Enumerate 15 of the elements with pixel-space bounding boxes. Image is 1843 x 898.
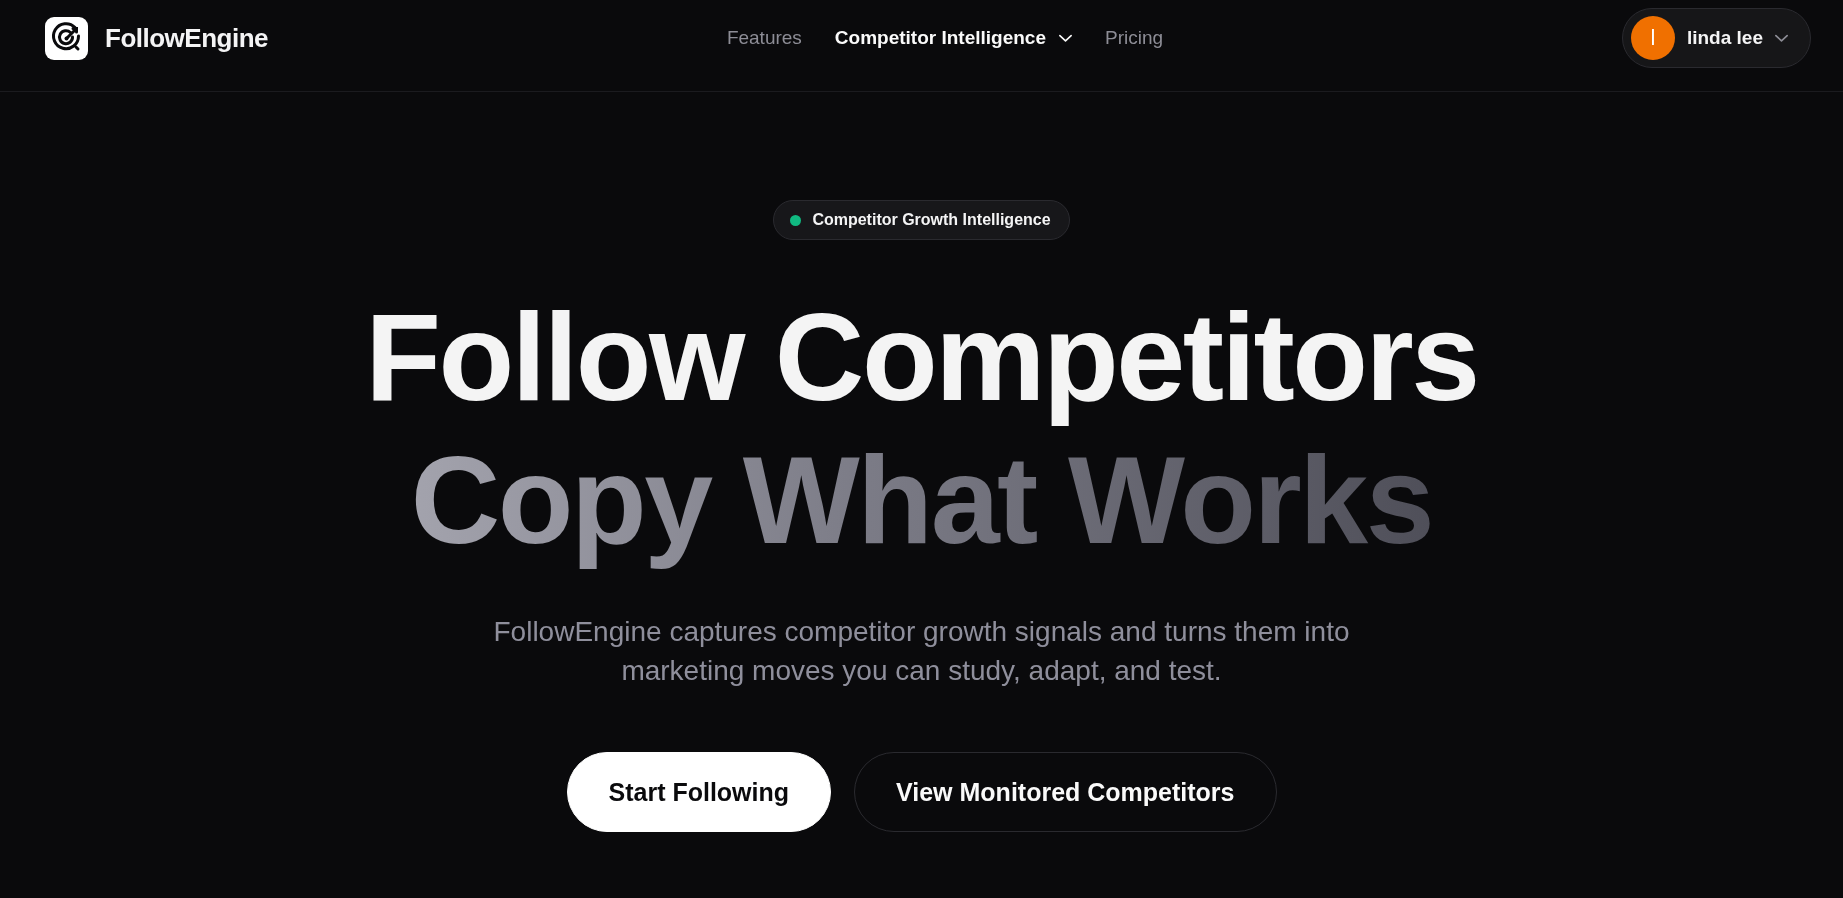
nav-link[interactable]: Competitor Intelligence	[834, 27, 1072, 49]
primary-button[interactable]: Start Following	[566, 752, 832, 832]
hero-description: FollowEngine captures competitor growth signals and turns them into marketing moves you can study, adapt, and test.	[492, 615, 1351, 688]
badge-label: Competitor Growth Intelligence	[812, 211, 1051, 229]
chevron-down-icon	[1059, 34, 1072, 42]
status-dot-icon	[790, 214, 802, 226]
nav-link[interactable]: Pricing	[1105, 27, 1164, 49]
user-menu-button[interactable]: l linda lee	[1621, 8, 1811, 68]
chevron-down-icon	[1775, 34, 1788, 42]
user-avatar: l	[1630, 16, 1675, 60]
target-logo-icon	[45, 16, 88, 60]
headline: Follow Competitors	[365, 287, 1478, 428]
brand-logo-link[interactable]: FollowEngine	[45, 16, 268, 60]
nav-link[interactable]: Features	[726, 27, 802, 49]
user-name: linda lee	[1686, 27, 1763, 49]
